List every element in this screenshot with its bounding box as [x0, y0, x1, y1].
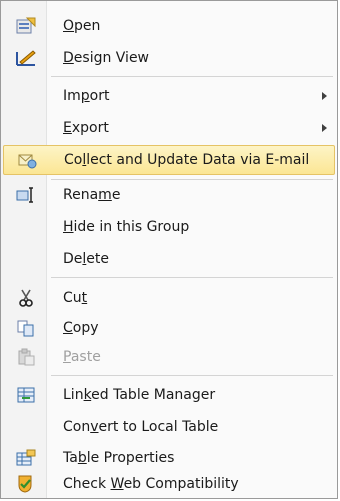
menu-item-label: Paste	[63, 349, 101, 365]
menu-item-rename[interactable]: Rename	[3, 181, 335, 209]
menu-item-label: Linked Table Manager	[63, 387, 216, 403]
menu-item-label: Rename	[63, 187, 121, 203]
menu-item-label: Check Web Compatibility	[63, 476, 239, 492]
menu-item-copy[interactable]: Copy	[3, 314, 335, 342]
menu-item-label: Open	[63, 18, 101, 34]
menu-item-label: Hide in this Group	[63, 219, 190, 235]
menu-item-collect-update-data[interactable]: Collect and Update Data via E-mail	[3, 145, 335, 175]
menu-item-label: Design View	[63, 50, 150, 66]
menu-item-paste: Paste	[3, 343, 335, 371]
submenu-arrow-icon	[322, 124, 327, 132]
menu-item-import[interactable]: Import	[3, 82, 335, 110]
open-folder-icon	[15, 15, 37, 37]
menu-item-label: Import	[63, 88, 110, 104]
copy-icon	[15, 317, 37, 339]
menu-item-label: Export	[63, 120, 109, 136]
context-menu: Open Design View Import Export Collect a…	[0, 0, 338, 499]
menu-item-convert-local-table[interactable]: Convert to Local Table	[3, 413, 335, 441]
menu-item-label: Copy	[63, 320, 99, 336]
table-properties-icon	[15, 447, 37, 469]
collect-data-icon	[16, 149, 38, 171]
menu-item-delete[interactable]: Delete	[3, 245, 335, 273]
menu-item-cut[interactable]: Cut	[3, 284, 335, 312]
rename-icon	[15, 184, 37, 206]
menu-item-table-properties[interactable]: Table Properties	[3, 444, 335, 472]
linked-table-icon	[15, 384, 37, 406]
menu-item-export[interactable]: Export	[3, 114, 335, 142]
menu-item-label: Cut	[63, 290, 88, 306]
scissors-icon	[15, 287, 37, 309]
menu-item-linked-table-manager[interactable]: Linked Table Manager	[3, 381, 335, 409]
separator	[51, 277, 333, 278]
menu-item-design-view[interactable]: Design View	[3, 44, 335, 72]
menu-item-label: Table Properties	[63, 450, 175, 466]
check-web-icon	[15, 473, 37, 495]
menu-item-open[interactable]: Open	[3, 12, 335, 40]
separator	[51, 375, 333, 376]
separator	[51, 179, 333, 180]
paste-icon	[15, 346, 37, 368]
menu-item-label: Collect and Update Data via E-mail	[64, 152, 310, 168]
separator	[51, 76, 333, 77]
design-view-icon	[15, 47, 37, 69]
menu-item-label: Delete	[63, 251, 110, 267]
menu-item-label: Convert to Local Table	[63, 419, 219, 435]
submenu-arrow-icon	[322, 92, 327, 100]
menu-item-check-web-compatibility[interactable]: Check Web Compatibility	[3, 470, 335, 498]
menu-item-hide-in-group[interactable]: Hide in this Group	[3, 213, 335, 241]
